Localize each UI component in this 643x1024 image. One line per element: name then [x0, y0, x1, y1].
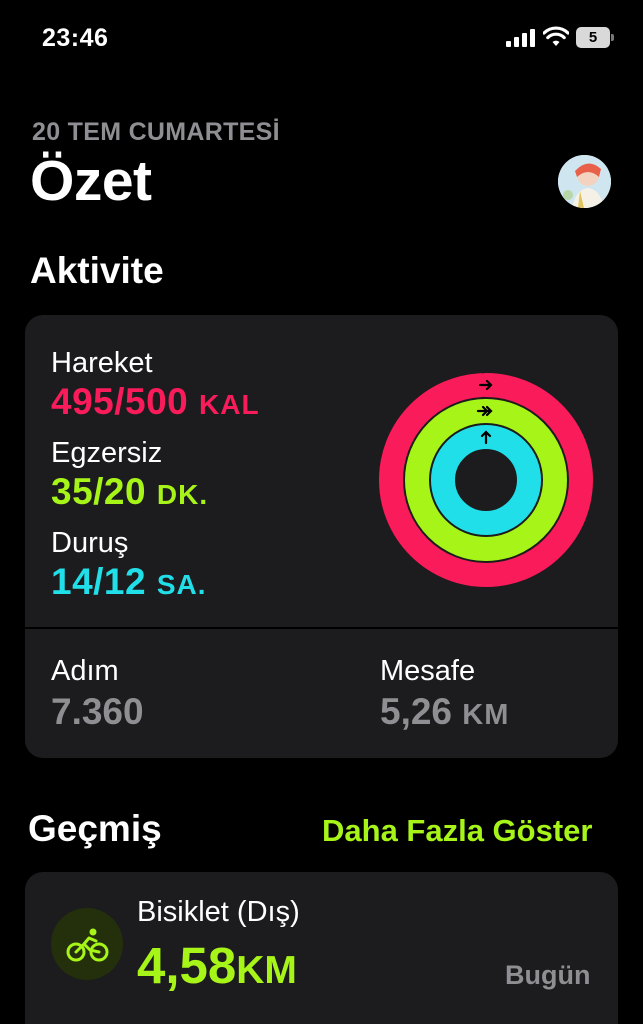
stand-value: 14/12 SA.: [51, 561, 207, 602]
history-section-title: Geçmiş: [28, 808, 162, 849]
avatar-image: [558, 155, 611, 208]
profile-avatar[interactable]: [558, 155, 611, 208]
workout-card[interactable]: Bisiklet (Dış) 4,58KM Bugün: [25, 872, 618, 1024]
workout-date: Bugün: [505, 960, 591, 990]
status-bar: 23:46 5: [0, 0, 643, 78]
activity-card[interactable]: Hareket 495/500 KAL Egzersiz 35/20 DK. D…: [25, 315, 618, 758]
steps-value: 7.360: [51, 691, 144, 732]
date-label: 20 TEM CUMARTESİ: [32, 118, 280, 146]
move-unit: KAL: [199, 389, 260, 420]
battery-icon: 5: [576, 27, 614, 48]
exercise-unit: DK.: [156, 479, 209, 510]
wifi-icon: [543, 26, 569, 46]
exercise-value: 35/20 DK.: [51, 471, 209, 512]
card-divider: [25, 627, 618, 629]
workout-distance: 4,58KM: [137, 937, 297, 994]
workout-distance-unit: KM: [236, 949, 297, 992]
stand-unit: SA.: [156, 569, 207, 600]
exercise-label: Egzersiz: [51, 437, 163, 469]
activity-section-title: Aktivite: [30, 250, 164, 291]
move-value: 495/500 KAL: [51, 381, 260, 422]
steps-label: Adım: [51, 655, 119, 687]
workout-name: Bisiklet (Dış): [137, 896, 300, 928]
cycling-icon: [51, 908, 123, 980]
distance-label: Mesafe: [380, 655, 476, 687]
page-title: Özet: [30, 149, 152, 213]
show-more-link[interactable]: Daha Fazla Göster: [322, 813, 592, 849]
distance-value: 5,26 KM: [380, 691, 510, 732]
stand-ring: [431, 425, 541, 535]
stand-label: Duruş: [51, 527, 129, 559]
status-time: 23:46: [42, 24, 109, 52]
distance-unit: KM: [462, 699, 510, 731]
move-label: Hareket: [51, 347, 153, 379]
battery-level: 5: [576, 27, 610, 48]
activity-rings: [379, 373, 593, 587]
cellular-signal-icon: [506, 29, 536, 47]
